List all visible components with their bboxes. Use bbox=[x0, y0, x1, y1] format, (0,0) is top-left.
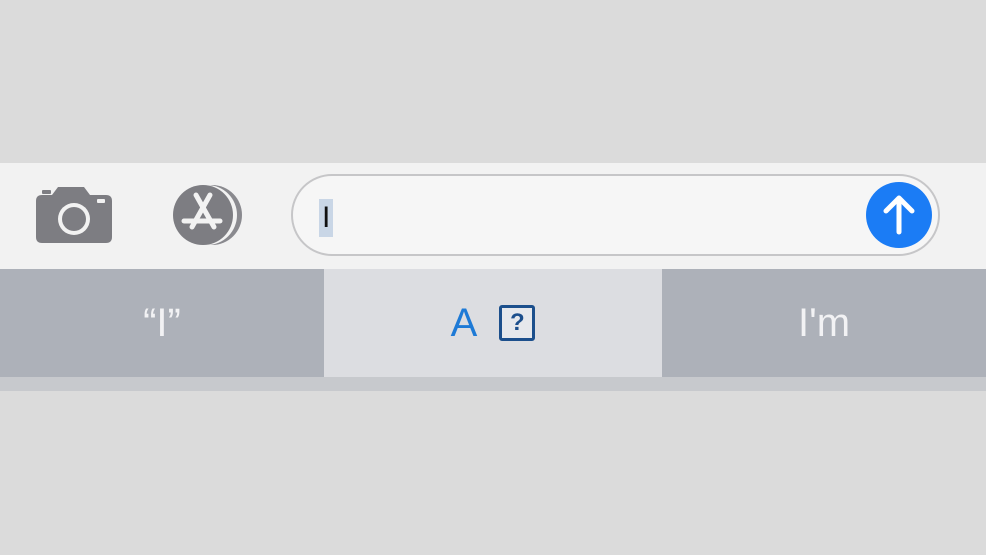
quicktype-suggestion-bar: “I” A ? I'm bbox=[0, 269, 986, 377]
message-input-bar: I bbox=[0, 163, 986, 269]
send-button[interactable] bbox=[866, 182, 932, 248]
arrow-up-icon bbox=[883, 195, 915, 235]
camera-button[interactable] bbox=[34, 185, 114, 245]
suggestion-word[interactable]: I'm bbox=[662, 269, 986, 377]
suggestion-literal[interactable]: “I” bbox=[0, 269, 324, 377]
app-store-button[interactable] bbox=[162, 183, 252, 247]
suggestion-emoji-text: A bbox=[450, 300, 478, 345]
background-area-bottom bbox=[0, 391, 986, 555]
background-area bbox=[0, 0, 986, 163]
app-store-icon bbox=[173, 185, 242, 245]
keyboard-top-edge bbox=[0, 377, 986, 391]
message-text-selection: I bbox=[319, 199, 334, 237]
question-box-icon: ? bbox=[499, 305, 536, 341]
message-text-field[interactable]: I bbox=[291, 174, 940, 256]
camera-icon bbox=[36, 187, 112, 243]
suggestion-emoji[interactable]: A ? bbox=[324, 269, 662, 377]
